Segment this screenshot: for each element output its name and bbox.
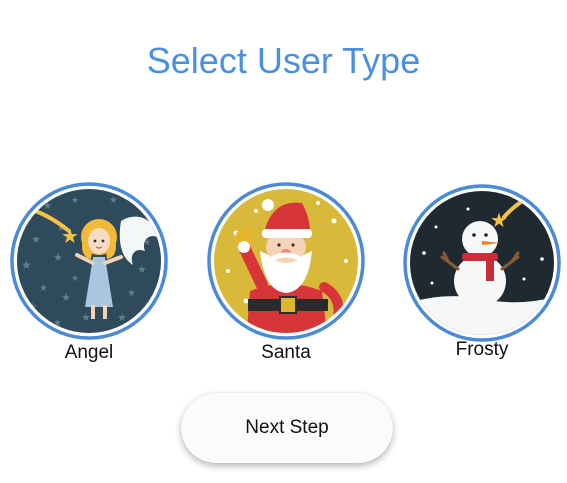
angel-label: Angel xyxy=(64,342,114,363)
santa-icon xyxy=(206,181,366,341)
svg-text:★: ★ xyxy=(39,283,48,294)
page-title: Select User Type xyxy=(146,40,421,81)
user-type-angel[interactable]: ★ ★ ★ ★ ★ ★ ★ ★ ★ ★ ★ ★ ★ ★ ★ ★ ★ Angel xyxy=(9,181,169,363)
svg-text:★: ★ xyxy=(109,195,118,206)
user-type-frosty[interactable]: ★ Frosty xyxy=(402,183,562,360)
svg-text:★: ★ xyxy=(71,273,79,283)
frosty-label: Frosty xyxy=(455,339,509,360)
svg-text:★: ★ xyxy=(31,234,41,246)
svg-text:★: ★ xyxy=(71,195,79,205)
next-step-button[interactable]: Next Step xyxy=(181,393,393,463)
santa-label: Santa xyxy=(261,342,311,363)
svg-text:★: ★ xyxy=(61,292,71,304)
snowman-icon: ★ xyxy=(402,183,562,343)
svg-text:★: ★ xyxy=(117,312,127,324)
svg-text:★: ★ xyxy=(21,258,32,272)
angel-icon: ★ ★ ★ ★ ★ ★ ★ ★ ★ ★ ★ ★ ★ ★ ★ ★ ★ xyxy=(9,181,169,341)
svg-text:★: ★ xyxy=(61,226,79,248)
svg-text:★: ★ xyxy=(81,312,91,324)
svg-text:★: ★ xyxy=(137,264,147,276)
user-type-santa[interactable]: Santa xyxy=(206,181,366,363)
select-user-type-page: Select User Type ★ ★ ★ ★ ★ ★ ★ ★ ★ ★ ★ ★… xyxy=(0,0,567,483)
svg-text:★: ★ xyxy=(53,252,63,264)
svg-text:★: ★ xyxy=(127,288,136,299)
